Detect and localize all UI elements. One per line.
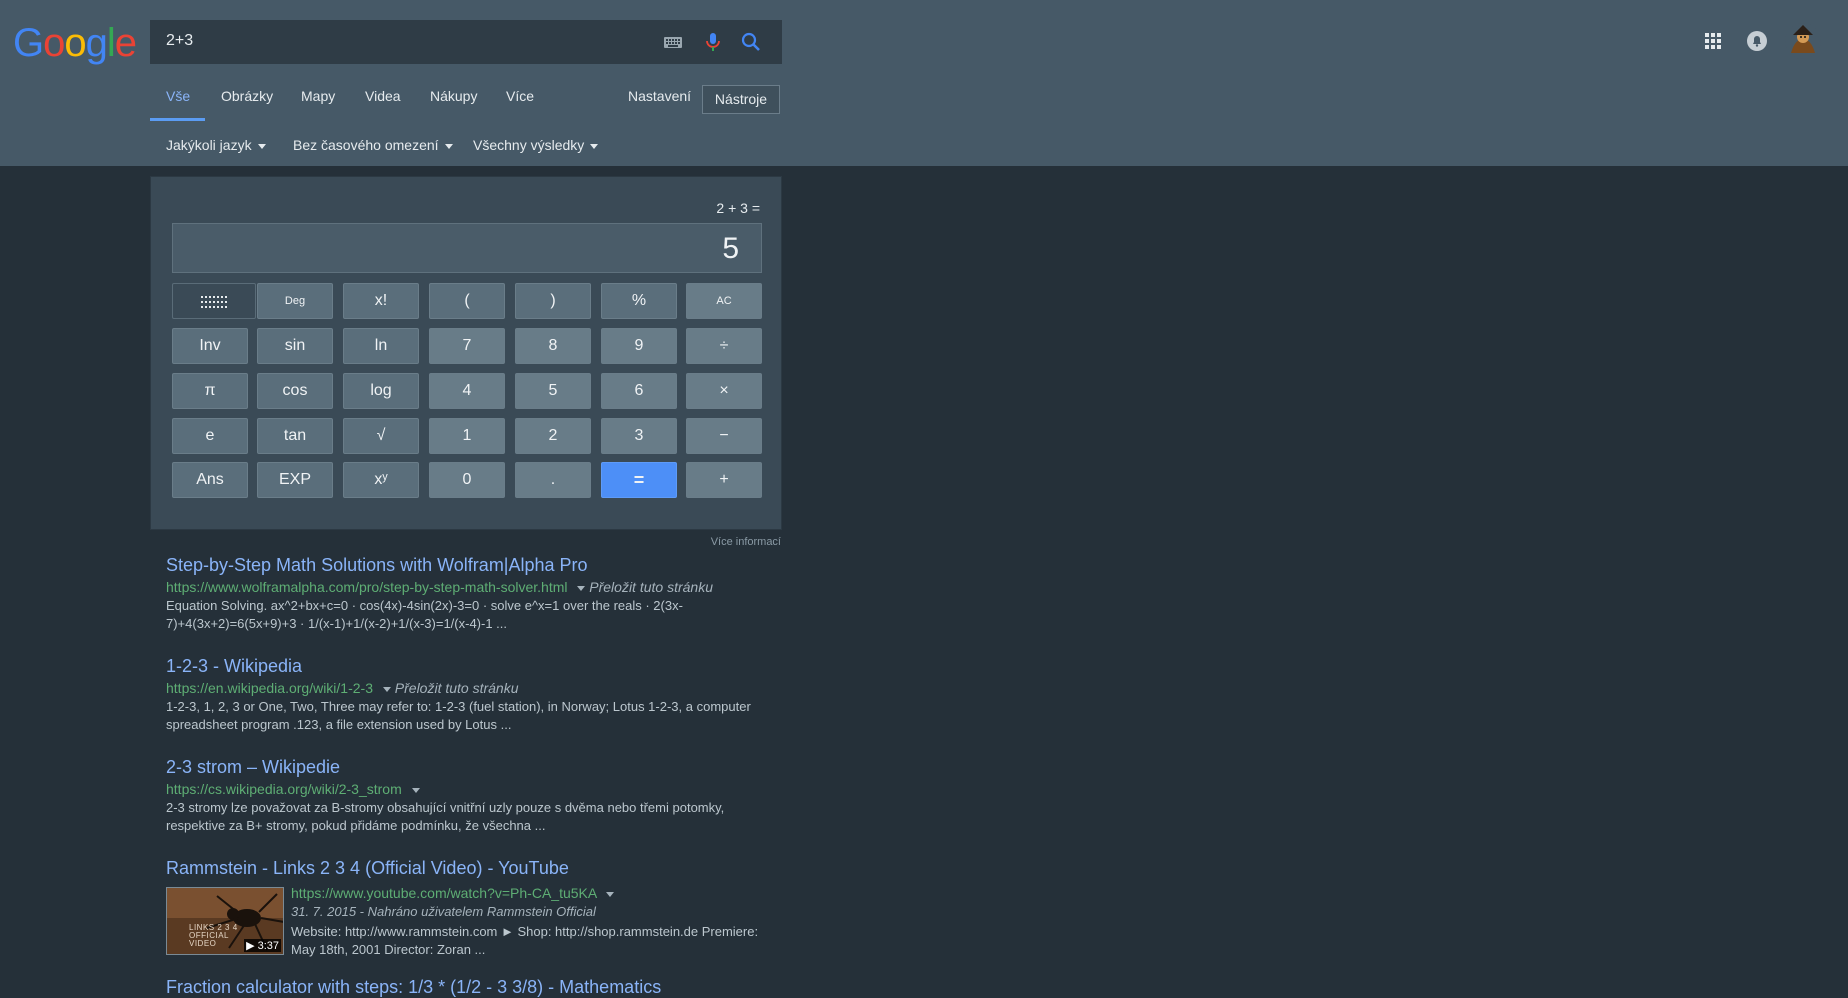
chevron-down-icon[interactable] (577, 585, 586, 591)
filter-results[interactable]: Všechny výsledky (473, 137, 599, 153)
search-result: 1-2-3 - Wikipedia https://en.wikipedia.o… (166, 656, 766, 734)
dot-grid-icon (201, 296, 227, 308)
translate-link[interactable]: Přeložit tuto stránku (395, 680, 519, 696)
search-input[interactable]: 2+3 (166, 32, 193, 50)
result-snippet: Equation Solving. ax^2+bx+c=0 · cos(4x)-… (166, 598, 683, 631)
chevron-down-icon (257, 143, 266, 149)
video-meta: https://www.youtube.com/watch?v=Ph-CA_tu… (291, 885, 766, 959)
video-result: Rammstein - Links 2 3 4 (Official Video)… (166, 858, 766, 957)
result-title-link[interactable]: 2-3 strom – Wikipedie (166, 757, 766, 778)
tools-button[interactable]: Nástroje (702, 85, 780, 114)
calc-key-minus[interactable]: − (686, 418, 762, 454)
calc-key-0[interactable]: 0 (429, 462, 505, 498)
calc-key-ln[interactable]: ln (343, 328, 419, 364)
calc-key-power[interactable]: xʸ (343, 462, 419, 498)
calc-key-log[interactable]: log (343, 373, 419, 409)
header-bar: Google 2+3 Vše Obrázky Mapy Videa Nákupy… (0, 0, 1848, 166)
tab-shopping[interactable]: Nákupy (430, 88, 477, 104)
apps-grid-icon[interactable] (1703, 31, 1723, 51)
calc-key-3[interactable]: 3 (601, 418, 677, 454)
result-snippet: 1-2-3, 1, 2, 3 or One, Two, Three may re… (166, 699, 751, 732)
keyboard-toggle-button[interactable] (172, 283, 256, 319)
calc-key-clear[interactable]: AC (686, 283, 762, 319)
calc-key-4[interactable]: 4 (429, 373, 505, 409)
result-snippet: Website: http://www.rammstein.com ► Shop… (291, 924, 759, 957)
tab-videos[interactable]: Videa (365, 88, 401, 104)
calc-key-pi[interactable]: π (172, 373, 248, 409)
active-tab-indicator (150, 118, 205, 121)
tab-maps[interactable]: Mapy (301, 88, 335, 104)
calc-key-tan[interactable]: tan (257, 418, 333, 454)
result-title-link[interactable]: Step-by-Step Math Solutions with Wolfram… (166, 555, 766, 576)
calc-key-1[interactable]: 1 (429, 418, 505, 454)
calculator-display: 5 (172, 223, 762, 273)
calculator-widget: 2 + 3 = 5 Deg x! ( ) % AC Inv sin ln 7 8… (150, 176, 782, 530)
calc-key-sqrt[interactable]: √ (343, 418, 419, 454)
calc-key-close-paren[interactable]: ) (515, 283, 591, 319)
video-thumbnail[interactable]: LINKS 2 3 4 OFFICIAL VIDEO ▶ 3:37 (166, 887, 284, 955)
calc-key-e[interactable]: e (172, 418, 248, 454)
calc-key-9[interactable]: 9 (601, 328, 677, 364)
calc-key-sin[interactable]: sin (257, 328, 333, 364)
translate-link[interactable]: Přeložit tuto stránku (589, 579, 713, 595)
calc-key-equals[interactable]: = (601, 462, 677, 498)
calc-key-5[interactable]: 5 (515, 373, 591, 409)
chevron-down-icon (444, 143, 453, 149)
filter-time[interactable]: Bez časového omezení (293, 137, 453, 153)
calculator-result: 5 (722, 232, 739, 265)
search-icon[interactable] (740, 31, 762, 53)
calc-key-exp[interactable]: EXP (257, 462, 333, 498)
calc-key-ans[interactable]: Ans (172, 462, 248, 498)
tab-all[interactable]: Vše (166, 88, 190, 104)
avatar[interactable] (1785, 23, 1821, 59)
keyboard-icon[interactable] (662, 31, 684, 53)
result-url: https://www.wolframalpha.com/pro/step-by… (166, 579, 713, 595)
calc-key-divide[interactable]: ÷ (686, 328, 762, 364)
video-date: 31. 7. 2015 - Nahráno uživatelem Rammste… (291, 904, 596, 919)
calc-key-2[interactable]: 2 (515, 418, 591, 454)
calc-key-percent[interactable]: % (601, 283, 677, 319)
google-logo[interactable]: Google (13, 20, 137, 66)
calc-key-plus[interactable]: + (686, 462, 762, 498)
calc-key-decimal[interactable]: . (515, 462, 591, 498)
result-title-link[interactable]: 1-2-3 - Wikipedia (166, 656, 766, 677)
calc-key-8[interactable]: 8 (515, 328, 591, 364)
calc-key-6[interactable]: 6 (601, 373, 677, 409)
chevron-down-icon[interactable] (606, 891, 615, 897)
calc-key-multiply[interactable]: × (686, 373, 762, 409)
calculator-expression: 2 + 3 = (716, 200, 760, 216)
calc-key-open-paren[interactable]: ( (429, 283, 505, 319)
filter-language[interactable]: Jakýkoli jazyk (166, 137, 266, 153)
result-url: https://www.youtube.com/watch?v=Ph-CA_tu… (291, 885, 766, 901)
thumbnail-label: LINKS 2 3 4 OFFICIAL VIDEO (189, 923, 238, 948)
search-result: Step-by-Step Math Solutions with Wolfram… (166, 555, 766, 633)
settings-link[interactable]: Nastavení (628, 88, 691, 104)
tab-images[interactable]: Obrázky (221, 88, 273, 104)
result-snippet: 2-3 stromy lze považovat za B-stromy obs… (166, 800, 725, 833)
more-info-link[interactable]: Více informací (711, 536, 781, 548)
calc-key-deg[interactable]: Deg (257, 283, 333, 319)
search-result: 2-3 strom – Wikipedie https://cs.wikiped… (166, 757, 766, 835)
chevron-down-icon (590, 143, 599, 149)
chevron-down-icon[interactable] (411, 787, 420, 793)
microphone-icon[interactable] (702, 31, 724, 53)
result-title-link[interactable]: Rammstein - Links 2 3 4 (Official Video)… (166, 858, 766, 879)
calc-key-inv[interactable]: Inv (172, 328, 248, 364)
calc-key-cos[interactable]: cos (257, 373, 333, 409)
tab-more[interactable]: Více (506, 88, 534, 104)
video-duration: ▶ 3:37 (244, 939, 281, 952)
search-box[interactable]: 2+3 (150, 20, 782, 64)
calc-key-7[interactable]: 7 (429, 328, 505, 364)
notifications-icon[interactable] (1746, 30, 1768, 52)
calc-key-factorial[interactable]: x! (343, 283, 419, 319)
result-url: https://cs.wikipedia.org/wiki/2-3_strom (166, 781, 766, 797)
chevron-down-icon[interactable] (382, 686, 391, 692)
result-url: https://en.wikipedia.org/wiki/1-2-3 Přel… (166, 680, 519, 696)
